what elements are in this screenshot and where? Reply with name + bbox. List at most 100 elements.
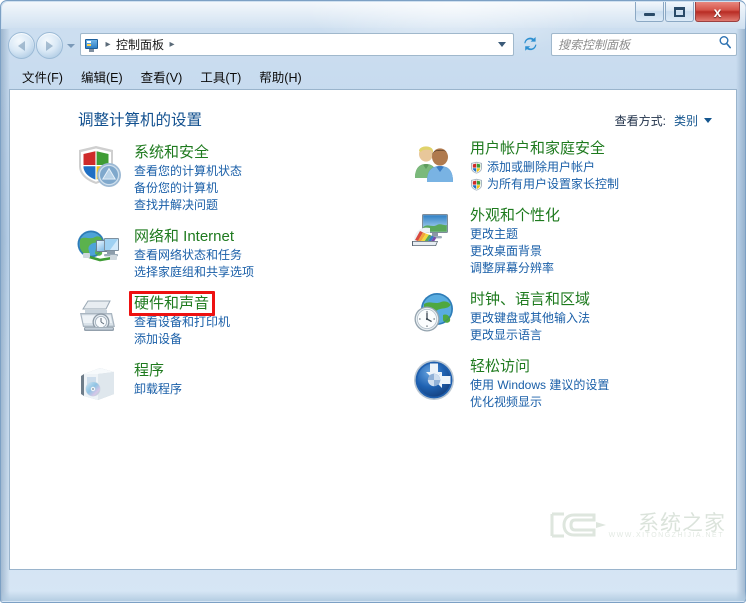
category-title-link[interactable]: 硬件和声音: [134, 294, 209, 314]
category-title-link[interactable]: 系统和安全: [134, 143, 209, 163]
category-item: 系统和安全查看您的计算机状态备份您的计算机查找并解决问题: [74, 142, 394, 214]
category-title-wrap: 网络和 Internet: [134, 227, 234, 247]
category-text: 硬件和声音查看设备和打印机添加设备: [134, 293, 394, 348]
category-sublink[interactable]: 添加或删除用户帐户: [470, 159, 730, 176]
category-title-wrap: 程序: [134, 361, 164, 381]
content-inner: 调整计算机的设置 查看方式: 类别 系统和安全查看您的计算机状态备份您的计算机查…: [10, 90, 736, 569]
menu-item-edit[interactable]: 编辑(E): [72, 64, 132, 89]
category-item: 轻松访问使用 Windows 建议的设置优化视频显示: [410, 356, 730, 411]
minimize-icon: [644, 13, 655, 16]
category-sublink[interactable]: 更改显示语言: [470, 327, 730, 344]
back-button[interactable]: [8, 32, 35, 59]
minimize-button[interactable]: [635, 2, 664, 22]
view-by-chevron-down-icon[interactable]: [704, 118, 712, 123]
search-input[interactable]: 搜索控制面板: [551, 33, 737, 56]
category-title-link[interactable]: 轻松访问: [470, 357, 530, 377]
control-panel-screenshot: x ▸ 控制面板 ▸: [0, 0, 746, 603]
caption-buttons: x: [635, 2, 741, 23]
forward-button[interactable]: [36, 32, 63, 59]
category-title-wrap: 外观和个性化: [470, 206, 560, 226]
category-sublink[interactable]: 调整屏幕分辨率: [470, 260, 730, 277]
category-title-link[interactable]: 网络和 Internet: [134, 227, 234, 247]
category-text: 轻松访问使用 Windows 建议的设置优化视频显示: [470, 356, 730, 411]
category-sublink-label: 查看您的计算机状态: [134, 163, 242, 180]
watermark-logo-icon: [548, 508, 618, 542]
clock-globe-icon: [410, 289, 458, 337]
category-title-wrap: 轻松访问: [470, 357, 530, 377]
programs-box-icon: [74, 360, 122, 408]
category-text: 系统和安全查看您的计算机状态备份您的计算机查找并解决问题: [134, 142, 394, 214]
navigation-buttons: [8, 32, 75, 59]
category-title-link[interactable]: 时钟、语言和区域: [470, 290, 590, 310]
category-sublink[interactable]: 优化视频显示: [470, 394, 730, 411]
category-item: 网络和 Internet查看网络状态和任务选择家庭组和共享选项: [74, 226, 394, 281]
maximize-icon: [674, 7, 685, 17]
category-column-right: 用户帐户和家庭安全 添加或删除用户帐户 为所有用户设置家长控制: [410, 138, 730, 423]
category-sublink-label: 添加或删除用户帐户: [487, 159, 595, 176]
menu-item-tools[interactable]: 工具(T): [191, 64, 250, 89]
category-item: 程序卸载程序: [74, 360, 394, 408]
category-column-left: 系统和安全查看您的计算机状态备份您的计算机查找并解决问题: [74, 142, 394, 420]
category-sublink[interactable]: 添加设备: [134, 331, 394, 348]
category-sublink[interactable]: 使用 Windows 建议的设置: [470, 377, 730, 394]
category-sublink[interactable]: 查看设备和打印机: [134, 314, 394, 331]
user-accounts-icon: [410, 138, 458, 186]
category-sublink[interactable]: 更改主题: [470, 226, 730, 243]
watermark: 系统之家 WWW.XITONGZHIJIA.NET: [548, 505, 728, 547]
category-sublink[interactable]: 更改桌面背景: [470, 243, 730, 260]
view-by-value[interactable]: 类别: [674, 112, 698, 129]
category-title-link[interactable]: 程序: [134, 361, 164, 381]
view-by-label: 查看方式:: [615, 112, 666, 129]
category-sublink-label: 更改键盘或其他输入法: [470, 310, 590, 327]
category-title-wrap: 系统和安全: [134, 143, 209, 163]
address-input[interactable]: ▸ 控制面板 ▸: [80, 33, 514, 56]
category-sublink-label: 更改桌面背景: [470, 243, 542, 260]
uac-shield-icon: [470, 178, 483, 191]
maximize-button[interactable]: [665, 2, 694, 22]
category-text: 用户帐户和家庭安全 添加或删除用户帐户 为所有用户设置家长控制: [470, 138, 730, 193]
refresh-icon: [522, 36, 539, 52]
security-shield-icon: [74, 142, 122, 190]
category-title-wrap: 时钟、语言和区域: [470, 290, 590, 310]
category-sublink-label: 使用 Windows 建议的设置: [470, 377, 609, 394]
page-title: 调整计算机的设置: [78, 108, 202, 130]
category-sublink-label: 为所有用户设置家长控制: [487, 176, 619, 193]
category-text: 时钟、语言和区域更改键盘或其他输入法更改显示语言: [470, 289, 730, 344]
breadcrumb-control-panel[interactable]: 控制面板: [114, 34, 166, 55]
address-chevron-down-icon[interactable]: [498, 42, 506, 47]
category-sublink-label: 更改显示语言: [470, 327, 542, 344]
category-sublink[interactable]: 选择家庭组和共享选项: [134, 264, 394, 281]
breadcrumb-separator-2[interactable]: ▸: [166, 40, 178, 50]
frame-bottom-strip: [2, 591, 746, 601]
title-bar: x: [0, 0, 746, 28]
category-sublink[interactable]: 查看网络状态和任务: [134, 247, 394, 264]
watermark-text: 系统之家: [638, 507, 726, 537]
category-title-link[interactable]: 外观和个性化: [470, 206, 560, 226]
control-panel-icon: [84, 37, 100, 53]
category-sublink[interactable]: 更改键盘或其他输入法: [470, 310, 730, 327]
frame-shadow-right: [736, 29, 745, 601]
category-sublink-label: 调整屏幕分辨率: [470, 260, 554, 277]
close-button[interactable]: x: [695, 2, 740, 22]
breadcrumb-separator: ▸: [102, 40, 114, 50]
category-sublink[interactable]: 查找并解决问题: [134, 197, 394, 214]
category-sublink-label: 选择家庭组和共享选项: [134, 264, 254, 281]
view-by-control: 查看方式: 类别: [615, 112, 712, 129]
search-icon: [718, 35, 732, 54]
menu-item-view[interactable]: 查看(V): [132, 64, 192, 89]
category-sublink[interactable]: 卸载程序: [134, 381, 394, 398]
category-sublink-label: 卸载程序: [134, 381, 182, 398]
category-title-link[interactable]: 用户帐户和家庭安全: [470, 139, 605, 159]
category-sublink[interactable]: 为所有用户设置家长控制: [470, 176, 730, 193]
category-title-wrap: 用户帐户和家庭安全: [470, 139, 605, 159]
recent-pages-chevron-down-icon[interactable]: [67, 44, 75, 48]
menu-item-help[interactable]: 帮助(H): [250, 64, 310, 89]
appearance-palette-icon: [410, 205, 458, 253]
category-text: 程序卸载程序: [134, 360, 394, 408]
menu-item-file[interactable]: 文件(F): [13, 64, 72, 89]
category-sublink[interactable]: 查看您的计算机状态: [134, 163, 394, 180]
refresh-button[interactable]: [520, 34, 540, 54]
category-item: 用户帐户和家庭安全 添加或删除用户帐户 为所有用户设置家长控制: [410, 138, 730, 193]
category-sublink-label: 更改主题: [470, 226, 518, 243]
category-sublink[interactable]: 备份您的计算机: [134, 180, 394, 197]
